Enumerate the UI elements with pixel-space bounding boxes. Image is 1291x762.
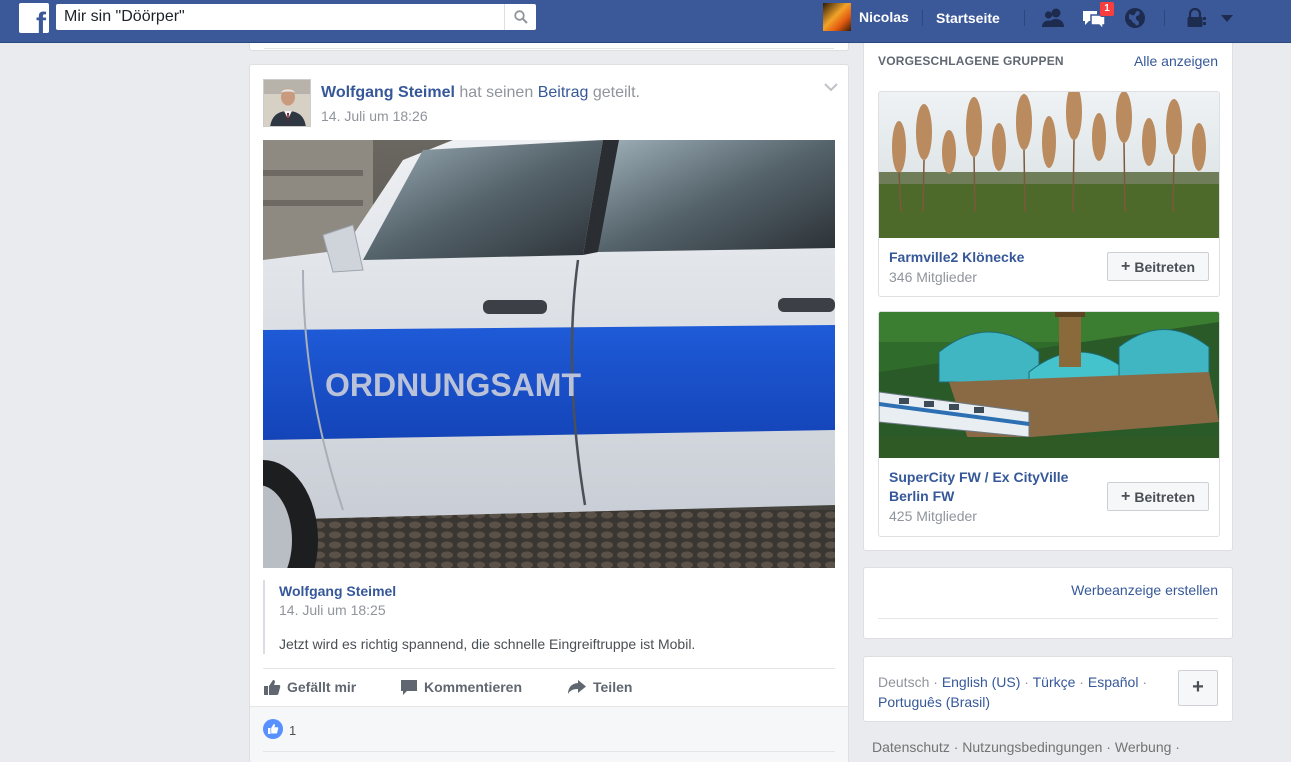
post-author-link[interactable]: Wolfgang Steimel [321,84,455,101]
plus-icon: + [1120,257,1131,275]
top-navigation-bar: f Nicolas Startseite 1 [0,0,1291,43]
comment-icon [401,680,417,695]
footer-link[interactable]: Werbung [1115,739,1172,755]
footer-links: Datenschutz · Nutzungsbedingungen · Werb… [872,739,1180,755]
privacy-shortcuts-button[interactable] [1182,4,1210,32]
share-button[interactable]: Teilen [567,669,632,705]
notifications-button[interactable] [1121,4,1149,32]
thumbs-up-icon [268,724,279,734]
post-action-suffix: geteilt. [592,84,640,101]
comment-label: Kommentieren [424,679,523,695]
language-link[interactable]: Español [1088,674,1139,690]
shared-post-timestamp[interactable]: 14. Juli um 18:25 [279,602,386,618]
group-member-count: 346 Mitglieder [889,269,977,285]
search-button[interactable] [504,4,536,30]
post-photo[interactable]: ORDNUNGSAMT [263,140,835,568]
create-ad-link[interactable]: Werbeanzeige erstellen [1071,582,1218,598]
join-group-button[interactable]: + Beitreten [1107,482,1209,511]
chevron-down-icon [824,83,838,92]
more-languages-button[interactable]: + [1178,670,1218,706]
friends-icon [1042,8,1064,27]
like-reaction-icon[interactable] [263,719,283,739]
thumbs-up-icon [264,680,281,695]
shared-post-text: Jetzt wird es richtig spannend, die schn… [279,636,696,652]
home-link[interactable]: Startseite [936,10,1000,26]
profile-link[interactable]: Nicolas [823,3,909,31]
pampas-grass-photo [879,92,1219,238]
language-link[interactable]: English (US) [942,674,1021,690]
author-photo [264,80,310,126]
language-panel: Deutsch · English (US) · Türkçe · Españo… [863,656,1233,722]
shared-post-quote: Wolfgang Steimel 14. Juli um 18:25 Jetzt… [263,580,835,654]
search-input[interactable] [56,4,502,30]
group-name-link[interactable]: Farmville2 Klönecke [889,248,1024,267]
reactions-bar: 1 [250,706,848,762]
like-count[interactable]: 1 [289,723,296,738]
group-cover-image[interactable] [879,92,1219,238]
user-name: Nicolas [859,9,909,25]
feed-post: Wolfgang Steimel hat seinen Beitrag gete… [249,64,849,762]
divider [878,618,1218,619]
caret-down-icon [1221,15,1233,22]
car-door-lettering: ORDNUNGSAMT [325,367,581,403]
group-card: Farmville2 Klönecke 346 Mitglieder + Bei… [878,91,1220,297]
facebook-logo-icon[interactable]: f [19,3,49,33]
notification-badge: 1 [1099,1,1115,17]
share-label: Teilen [593,679,633,695]
language-link[interactable]: Português (Brasil) [878,694,990,710]
footer-link[interactable]: Datenschutz [872,739,950,755]
city-station-photo [879,312,1219,458]
post-action-text: hat seinen [459,84,534,101]
language-link[interactable]: Türkçe [1033,674,1076,690]
nav-divider [1024,10,1025,26]
current-language: Deutsch [878,674,930,690]
nav-divider [922,10,923,26]
footer-link[interactable]: Nutzungsbedingungen [962,739,1102,755]
join-group-button[interactable]: + Beitreten [1107,252,1209,281]
shared-post-author-link[interactable]: Wolfgang Steimel [279,583,396,599]
previous-post-stub [249,43,849,51]
globe-icon [1125,8,1145,28]
comment-button[interactable]: Kommentieren [400,669,522,705]
post-options-button[interactable] [824,81,838,95]
avatar [823,3,851,31]
share-icon [568,680,586,694]
author-avatar[interactable] [263,79,311,127]
group-name-link[interactable]: SuperCity FW / Ex CityVille Berlin FW [889,468,1104,506]
search-box [56,4,536,30]
plus-icon: + [1120,487,1131,505]
like-label: Gefällt mir [287,679,357,695]
police-car-photo: ORDNUNGSAMT [263,140,835,568]
nav-divider [1164,10,1165,26]
lock-icon [1187,7,1206,27]
group-member-count: 425 Mitglieder [889,508,977,524]
group-card: SuperCity FW / Ex CityVille Berlin FW 42… [878,311,1220,537]
suggested-groups-panel: VORGESCHLAGENE GRUPPEN Alle anzeigen Far… [863,43,1233,551]
divider [263,751,835,752]
join-label: Beitreten [1134,258,1196,275]
group-cover-image[interactable] [879,312,1219,458]
account-menu-button[interactable] [1213,4,1241,32]
see-all-link[interactable]: Alle anzeigen [1134,53,1218,69]
post-header: Wolfgang Steimel hat seinen Beitrag gete… [321,84,640,102]
create-ad-panel: Werbeanzeige erstellen [863,567,1233,639]
friend-requests-button[interactable] [1039,4,1067,32]
search-icon [514,10,528,24]
suggested-groups-title: VORGESCHLAGENE GRUPPEN [878,54,1064,68]
post-timestamp[interactable]: 14. Juli um 18:26 [321,108,428,124]
language-list: Deutsch · English (US) · Türkçe · Españo… [878,674,1148,710]
join-label: Beitreten [1134,488,1196,505]
like-button[interactable]: Gefällt mir [263,669,356,705]
shared-post-link[interactable]: Beitrag [538,84,589,101]
